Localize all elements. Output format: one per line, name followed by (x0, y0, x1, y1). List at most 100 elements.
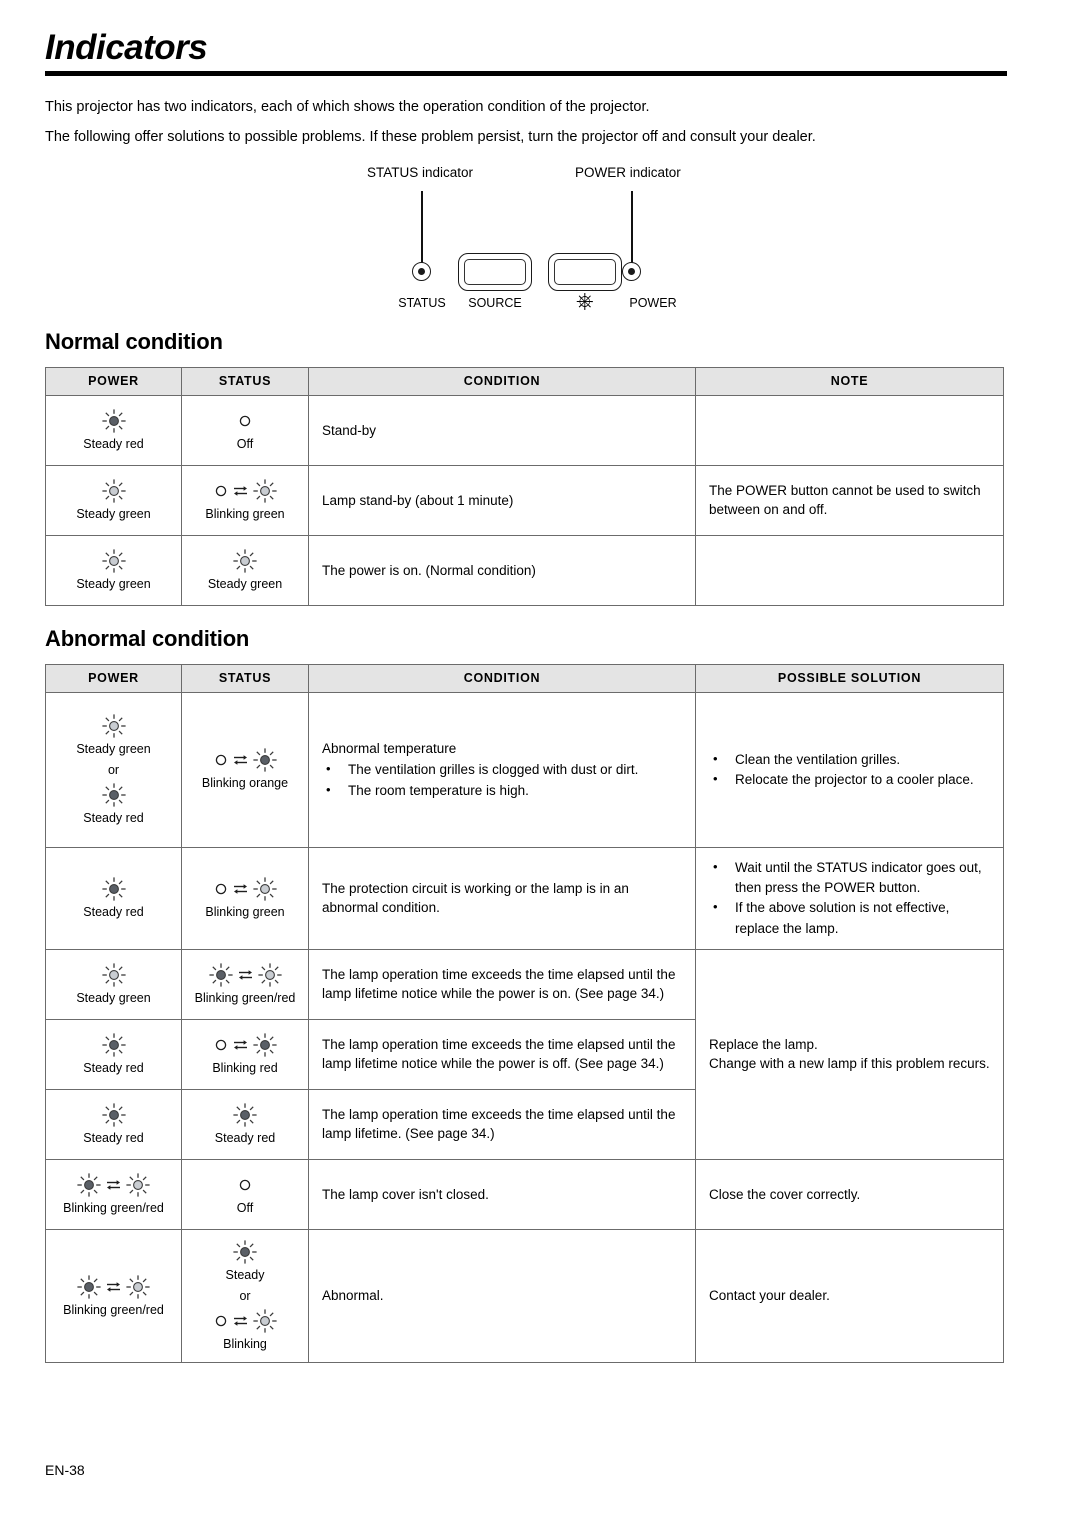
power-symbol-icon: ⎈ (576, 287, 594, 313)
led-icon-blinking-green-red (49, 1172, 178, 1198)
condition-cell: The protection circuit is working or the… (308, 846, 696, 950)
condition-cell: The lamp operation time exceeds the time… (308, 948, 696, 1020)
solution-cell: Clean the ventilation grilles. Relocate … (695, 691, 1004, 848)
led-icon-steady-red (49, 1032, 178, 1058)
solution-cell: Wait until the STATUS indicator goes out… (695, 846, 1004, 950)
solution-cell: Close the cover correctly. (695, 1158, 1004, 1230)
condition-cell: The lamp cover isn't closed. (308, 1158, 696, 1230)
list-item: Wait until the STATUS indicator goes out… (709, 857, 990, 899)
status-cell: Blinking red (181, 1018, 309, 1090)
table-header-row: POWER STATUS CONDITION POSSIBLE SOLUTION (45, 663, 1004, 693)
led-icon-blinking-orange (185, 747, 305, 773)
status-state-label: Steady (225, 1267, 265, 1282)
condition-cell: Abnormal temperature The ventilation gri… (308, 691, 696, 848)
power-state-label: Blinking green/red (63, 1302, 164, 1317)
status-cell: Blinking orange (181, 691, 309, 848)
status-leader-line (421, 190, 423, 263)
table-header-row: POWER STATUS CONDITION NOTE (45, 366, 1004, 396)
intro-line-1: This projector has two indicators, each … (45, 98, 650, 115)
status-cell: Steady or Blinking (181, 1228, 309, 1364)
power-button[interactable] (548, 252, 622, 291)
table-row: Steady green or Steady red Blinking oran… (45, 691, 1004, 848)
status-cell: Steady red (181, 1088, 309, 1160)
abnormal-condition-table: POWER STATUS CONDITION POSSIBLE SOLUTION… (45, 663, 1004, 1364)
abnormal-condition-heading: Abnormal condition (45, 625, 250, 651)
condition-cell: Stand-by (308, 394, 696, 466)
header-status: STATUS (181, 366, 309, 396)
solution-line-1: Replace the lamp. (709, 1036, 818, 1052)
power-cell: Steady red (45, 1018, 182, 1090)
note-cell (695, 394, 1004, 466)
condition-bullet-list: The ventilation grilles is clogged with … (322, 759, 682, 801)
power-cell: Blinking green/red (45, 1158, 182, 1230)
table-row: Steady red Blinking green The protection… (45, 846, 1004, 950)
power-state-label: Steady red (83, 1060, 144, 1075)
source-caption: SOURCE (468, 295, 522, 310)
intro-paragraphs: This projector has two indicators, each … (45, 98, 1007, 148)
power-cell: Steady green (45, 464, 182, 536)
status-cell: Blinking green (181, 846, 309, 950)
header-possible-solution: POSSIBLE SOLUTION (695, 663, 1004, 693)
solution-cell-merged: Replace the lamp. Change with a new lamp… (695, 948, 1004, 1160)
power-cell: Steady red (45, 1088, 182, 1160)
status-cell: Off (181, 1158, 309, 1230)
status-caption: STATUS (398, 295, 446, 310)
note-cell (695, 534, 1004, 606)
note-cell: The POWER button cannot be used to switc… (695, 464, 1004, 536)
led-icon-blinking-green (185, 876, 305, 902)
power-cell: Steady green (45, 534, 182, 606)
power-or-label: or (107, 762, 120, 777)
led-icon-blinking-green-red (185, 962, 305, 988)
condition-cell: Lamp stand-by (about 1 minute) (308, 464, 696, 536)
list-item: If the above solution is not effective, … (709, 897, 990, 939)
list-item: Relocate the projector to a cooler place… (709, 769, 990, 790)
source-button[interactable] (458, 252, 532, 291)
led-icon-blinking-green (185, 1308, 305, 1334)
led-icon-off (185, 1172, 305, 1198)
led-icon-steady-red (185, 1239, 305, 1265)
manual-page: Indicators This projector has two indica… (45, 0, 1007, 1526)
status-state-label-alt: Blinking (223, 1337, 267, 1352)
power-state-label: Steady green (76, 506, 151, 521)
solution-bullet-list: Wait until the STATUS indicator goes out… (709, 857, 990, 939)
power-state-label: Steady red (83, 904, 144, 919)
led-icon-steady-red (49, 408, 178, 434)
status-led-icon (412, 261, 431, 281)
power-state-label: Steady red (83, 1130, 144, 1145)
title-rule (45, 70, 1007, 76)
power-led-icon (622, 261, 641, 281)
table-row: Steady green Steady green The power is o… (45, 534, 1004, 606)
status-cell: Blinking green (181, 464, 309, 536)
power-cell: Blinking green/red (45, 1228, 182, 1364)
status-state-label: Blinking green/red (194, 990, 296, 1005)
page-footer: EN-38 (45, 1462, 85, 1478)
led-icon-steady-red (185, 1102, 305, 1128)
status-state-label: Blinking green (205, 904, 285, 919)
status-state-label: Blinking orange (201, 776, 289, 791)
header-power: POWER (45, 366, 182, 396)
status-cell: Off (181, 394, 309, 466)
led-icon-steady-red (49, 782, 178, 808)
led-icon-steady-green (49, 548, 178, 574)
power-state-label: Steady red (83, 436, 144, 451)
normal-condition-table: POWER STATUS CONDITION NOTE Steady red O… (45, 366, 1004, 606)
power-state-label-alt: Steady red (83, 810, 144, 825)
table-row: Steady red Off Stand-by (45, 394, 1004, 466)
power-caption: POWER (629, 295, 677, 310)
table-row: Blinking green/red Steady or Blinking Ab… (45, 1228, 1004, 1364)
list-item: Clean the ventilation grilles. (709, 749, 990, 770)
list-item: The ventilation grilles is clogged with … (322, 759, 682, 780)
status-state-label: Blinking green (205, 506, 285, 521)
led-icon-off (185, 408, 305, 434)
solution-bullet-list: Clean the ventilation grilles. Relocate … (709, 749, 990, 791)
led-icon-steady-red (49, 876, 178, 902)
power-state-label: Steady green (76, 576, 151, 591)
header-condition: CONDITION (308, 366, 696, 396)
table-row: Blinking green/red Off The lamp cover is… (45, 1158, 1004, 1230)
power-cell: Steady red (45, 394, 182, 466)
power-state-label: Steady green (76, 990, 151, 1005)
power-cell: Steady red (45, 846, 182, 950)
solution-cell: Contact your dealer. (695, 1228, 1004, 1364)
led-icon-blinking-green (185, 478, 305, 504)
control-panel-diagram: STATUS indicator POWER indicator STATUS … (45, 159, 1007, 313)
